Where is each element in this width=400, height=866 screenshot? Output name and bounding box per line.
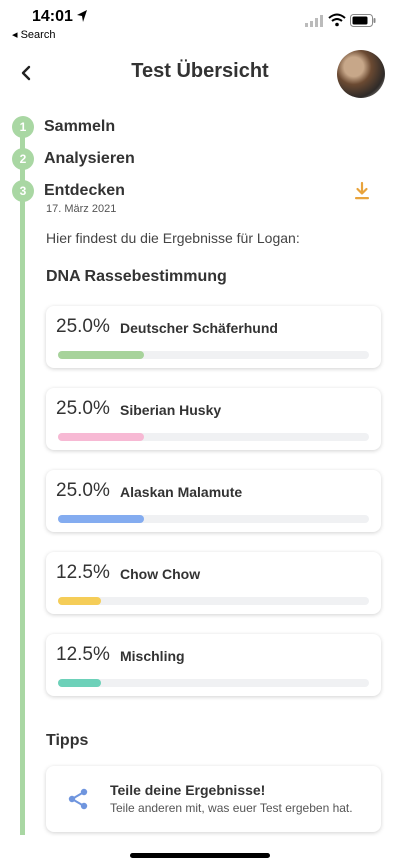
breed-card[interactable]: 12.5% Mischling bbox=[46, 634, 381, 696]
result-date: 17. März 2021 bbox=[46, 203, 117, 215]
section-title-dna: DNA Rassebestimmung bbox=[46, 268, 227, 285]
breed-percent: 12.5% bbox=[56, 644, 110, 665]
breed-percent: 25.0% bbox=[56, 316, 110, 337]
step-2-badge: 2 bbox=[12, 148, 34, 170]
share-results-card[interactable]: Teile deine Ergebnisse! Teile anderen mi… bbox=[46, 766, 381, 832]
location-arrow-icon bbox=[77, 10, 87, 22]
page-header: Test Übersicht bbox=[0, 50, 400, 98]
step-sammeln[interactable]: Sammeln bbox=[44, 118, 115, 136]
share-card-title: Teile deine Ergebnisse! bbox=[110, 782, 266, 798]
breed-progress-track bbox=[58, 433, 369, 441]
section-title-tips: Tipps bbox=[46, 732, 89, 749]
breed-name: Deutscher Schäferhund bbox=[120, 320, 278, 336]
share-icon bbox=[68, 788, 88, 810]
breed-progress-track bbox=[58, 597, 369, 605]
wifi-icon bbox=[328, 13, 346, 27]
home-indicator[interactable] bbox=[130, 853, 270, 858]
status-time: 14:01 bbox=[32, 8, 73, 25]
breed-name: Chow Chow bbox=[120, 566, 201, 582]
breed-card[interactable]: 12.5% Chow Chow bbox=[46, 552, 381, 614]
breed-progress-fill bbox=[58, 679, 101, 687]
step-analysieren[interactable]: Analysieren bbox=[44, 150, 135, 168]
status-bar: 14:01 ◂ Search bbox=[0, 0, 400, 44]
step-1-badge: 1 bbox=[12, 116, 34, 138]
breed-percent: 12.5% bbox=[56, 562, 110, 583]
step-3-badge: 3 bbox=[12, 180, 34, 202]
breed-card[interactable]: 25.0% Deutscher Schäferhund bbox=[46, 306, 381, 368]
breed-card[interactable]: 25.0% Alaskan Malamute bbox=[46, 470, 381, 532]
breed-card[interactable]: 25.0% Siberian Husky bbox=[46, 388, 381, 450]
breed-progress-track bbox=[58, 679, 369, 687]
breed-progress-fill bbox=[58, 515, 144, 523]
cellular-signal-icon bbox=[305, 15, 323, 27]
results-intro: Hier findest du die Ergebnisse für Logan… bbox=[46, 230, 300, 246]
progress-timeline bbox=[20, 125, 25, 835]
breed-progress-fill bbox=[58, 351, 144, 359]
breed-progress-fill bbox=[58, 597, 101, 605]
share-card-subtitle: Teile anderen mit, was euer Test ergeben… bbox=[110, 801, 353, 815]
back-to-search-link[interactable]: ◂ Search bbox=[12, 28, 55, 41]
breed-percent: 25.0% bbox=[56, 480, 110, 501]
breed-progress-fill bbox=[58, 433, 144, 441]
breed-name: Siberian Husky bbox=[120, 402, 222, 418]
battery-icon bbox=[350, 14, 376, 27]
dog-avatar[interactable] bbox=[337, 50, 385, 98]
breed-progress-track bbox=[58, 515, 369, 523]
download-icon[interactable] bbox=[352, 181, 372, 201]
breed-percent: 25.0% bbox=[56, 398, 110, 419]
breed-progress-track bbox=[58, 351, 369, 359]
breed-name: Alaskan Malamute bbox=[120, 484, 243, 500]
breed-name: Mischling bbox=[120, 648, 185, 664]
step-entdecken[interactable]: Entdecken bbox=[44, 182, 125, 200]
